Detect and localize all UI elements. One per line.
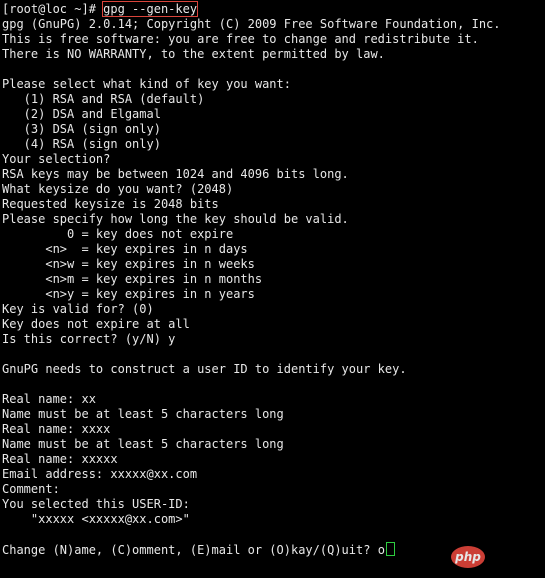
input-prompt: Change (N)ame, (C)omment, (E)mail or (O)… <box>2 543 378 557</box>
terminal-window[interactable]: [root@loc ~]# gpg --gen-key gpg (GnuPG) … <box>2 1 543 576</box>
output-line: Key is valid for? (0) <box>2 302 154 316</box>
output-line: (3) DSA (sign only) <box>2 122 161 136</box>
output-line: <n>m = key expires in n months <box>2 272 263 286</box>
output-line: Real name: xxxx <box>2 422 111 436</box>
output-line: This is free software: you are free to c… <box>2 32 479 46</box>
output-line: What keysize do you want? (2048) <box>2 182 234 196</box>
typed-input: o <box>377 543 385 557</box>
output-line: Requested keysize is 2048 bits <box>2 197 219 211</box>
output-line: Is this correct? (y/N) y <box>2 332 176 346</box>
output-line: (4) RSA (sign only) <box>2 137 161 151</box>
output-line: Real name: xx <box>2 392 96 406</box>
shell-prompt: [root@loc ~]# <box>2 2 104 16</box>
output-line: Your selection? <box>2 152 111 166</box>
output-line: "xxxxx <xxxxx@xx.com>" <box>2 512 190 526</box>
output-line: RSA keys may be between 1024 and 4096 bi… <box>2 167 349 181</box>
output-line: Key does not expire at all <box>2 317 190 331</box>
output-line: You selected this USER-ID: <box>2 497 190 511</box>
output-line: Name must be at least 5 characters long <box>2 407 284 421</box>
output-line: gpg (GnuPG) 2.0.14; Copyright (C) 2009 F… <box>2 17 501 31</box>
output-line: Name must be at least 5 characters long <box>2 437 284 451</box>
text-cursor <box>385 542 395 556</box>
php-watermark-logo: php <box>451 546 485 568</box>
watermark-text: php <box>455 550 481 564</box>
command-line: [root@loc ~]# gpg --gen-key <box>2 1 543 17</box>
output-line: <n>w = key expires in n weeks <box>2 257 255 271</box>
output-line: 0 = key does not expire <box>2 227 234 241</box>
output-line: (2) DSA and Elgamal <box>2 107 161 121</box>
output-line: Email address: xxxxx@xx.com <box>2 467 198 481</box>
output-line: Real name: xxxxx <box>2 452 118 466</box>
output-line: There is NO WARRANTY, to the extent perm… <box>2 47 385 61</box>
output-line: Please select what kind of key you want: <box>2 77 291 91</box>
output-line: Please specify how long the key should b… <box>2 212 349 226</box>
output-line: Comment: <box>2 482 60 496</box>
command-text: gpg --gen-key <box>102 1 199 17</box>
output-line: GnuPG needs to construct a user ID to id… <box>2 362 407 376</box>
terminal-output: gpg (GnuPG) 2.0.14; Copyright (C) 2009 F… <box>2 17 543 542</box>
output-line: (1) RSA and RSA (default) <box>2 92 205 106</box>
output-line: <n>y = key expires in n years <box>2 287 255 301</box>
output-line: <n> = key expires in n days <box>2 242 248 256</box>
